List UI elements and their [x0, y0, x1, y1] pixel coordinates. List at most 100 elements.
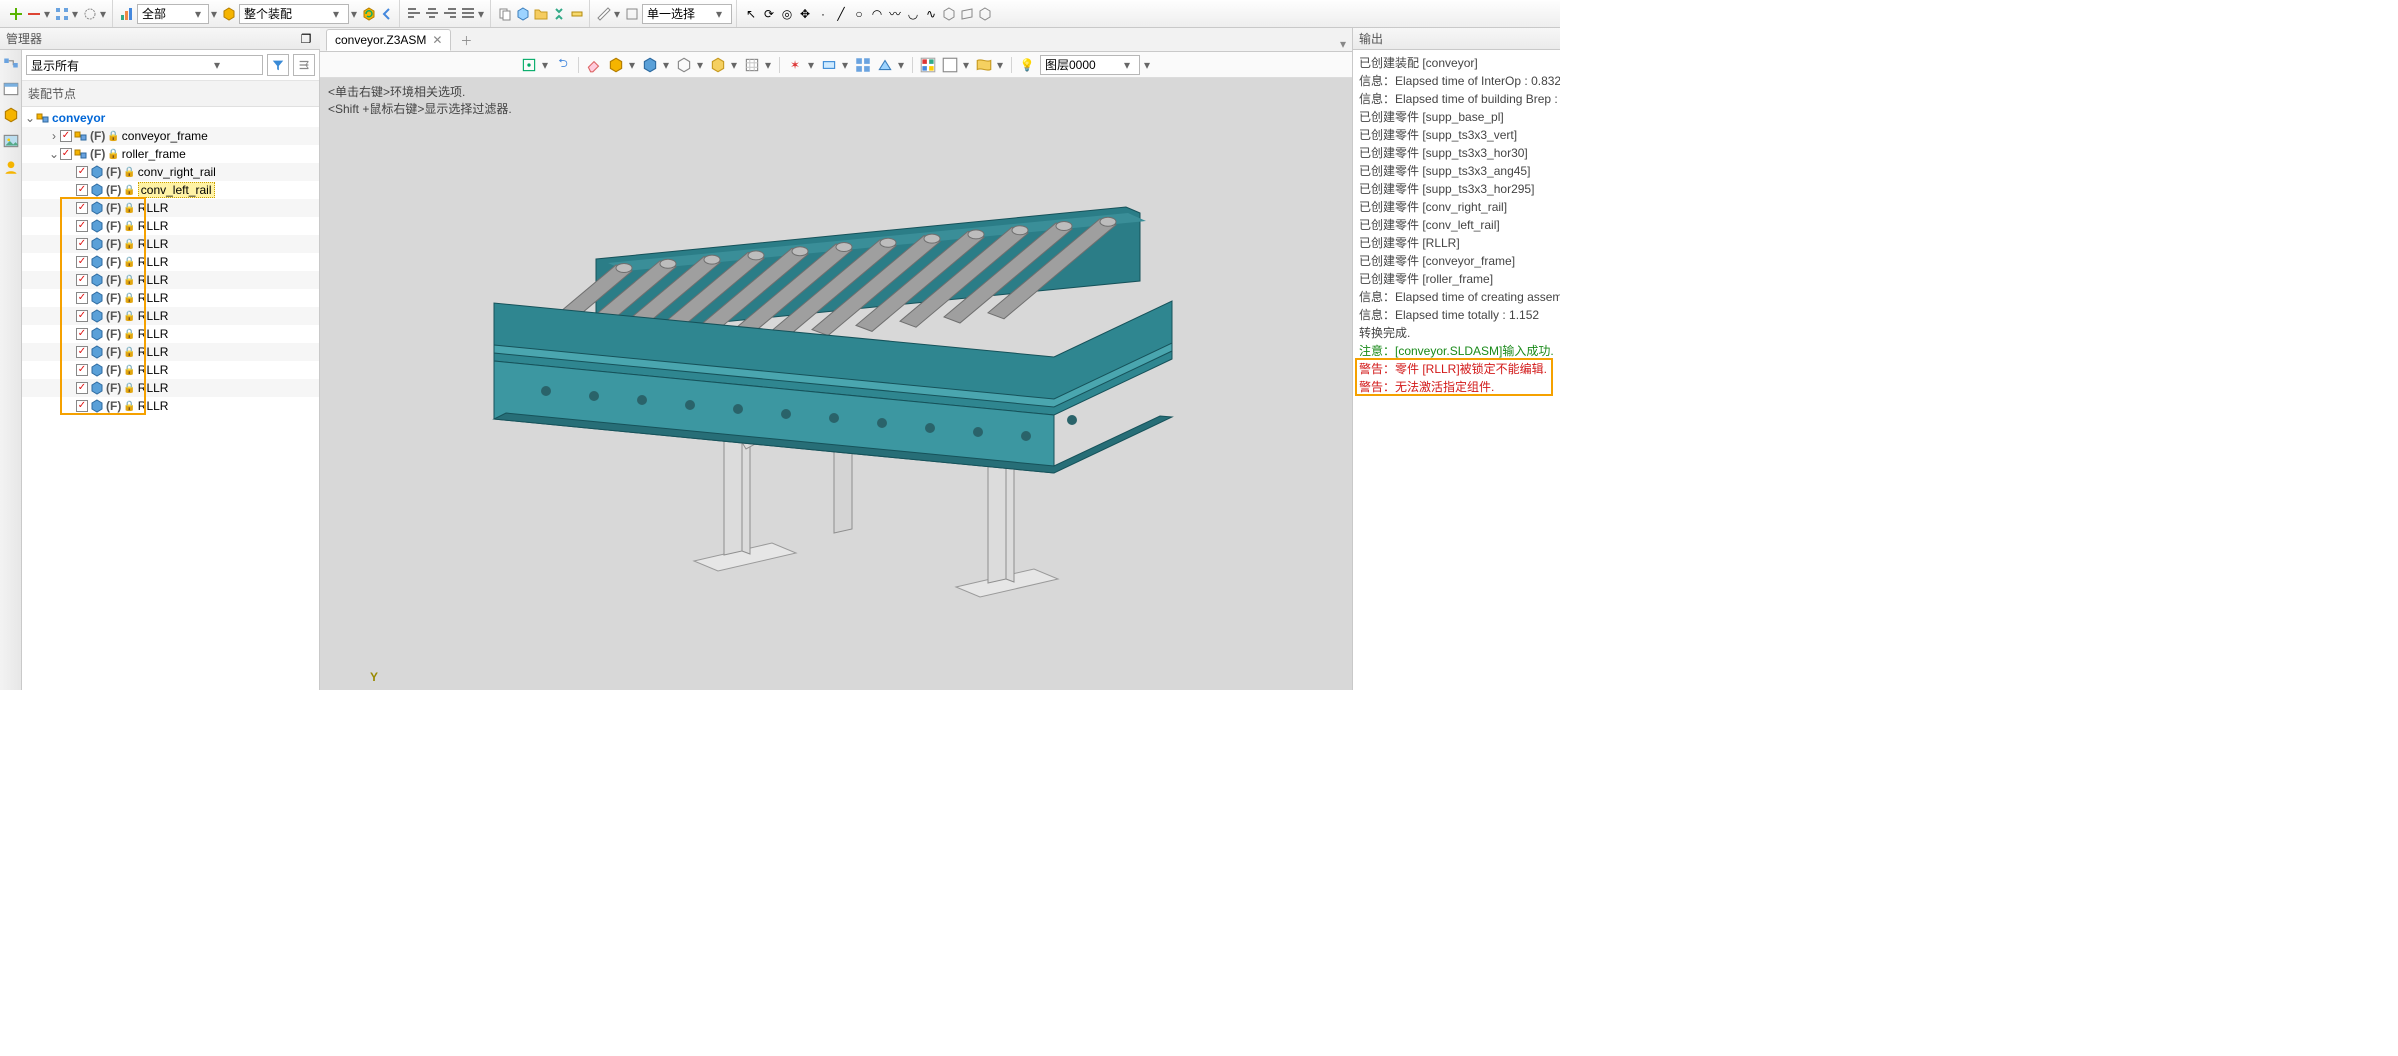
- golden-icon[interactable]: [709, 56, 727, 74]
- arc-icon[interactable]: ◠: [869, 6, 885, 22]
- grid-icon[interactable]: [54, 6, 70, 22]
- tree-view-icon[interactable]: [2, 54, 20, 72]
- visibility-checkbox[interactable]: [60, 148, 72, 160]
- visibility-checkbox[interactable]: [76, 202, 88, 214]
- visibility-checkbox[interactable]: [76, 274, 88, 286]
- output-body[interactable]: 已创建装配 [conveyor]信息：Elapsed time of Inter…: [1353, 50, 1560, 690]
- tree-node[interactable]: (F) 🔒 RLLR: [22, 307, 319, 325]
- ruler-icon[interactable]: [596, 6, 612, 22]
- color-palette-icon[interactable]: [919, 56, 937, 74]
- circle-icon[interactable]: [82, 6, 98, 22]
- align-right-icon[interactable]: [442, 6, 458, 22]
- arc2-icon[interactable]: ◡: [905, 6, 921, 22]
- refresh-cube-icon[interactable]: [361, 6, 377, 22]
- visibility-checkbox[interactable]: [76, 364, 88, 376]
- view-cube-icon[interactable]: [743, 56, 761, 74]
- visibility-checkbox[interactable]: [60, 130, 72, 142]
- cube3-icon[interactable]: [977, 6, 993, 22]
- dropdown-arrow-icon[interactable]: ▾: [44, 7, 52, 21]
- tree-node[interactable]: (F) 🔒 RLLR: [22, 379, 319, 397]
- tree-node[interactable]: (F) 🔒 RLLR: [22, 235, 319, 253]
- dropdown-arrow-icon[interactable]: ▾: [542, 58, 550, 72]
- target-icon[interactable]: ◎: [779, 6, 795, 22]
- expander-icon[interactable]: ⌄: [48, 147, 60, 161]
- panel-window-icon[interactable]: ❐: [298, 31, 314, 47]
- line-icon[interactable]: ╱: [833, 6, 849, 22]
- document-tab[interactable]: conveyor.Z3ASM ✕: [326, 29, 451, 51]
- dropdown-arrow-icon[interactable]: ▾: [842, 58, 850, 72]
- picture-icon[interactable]: [2, 132, 20, 150]
- cursor3d-icon[interactable]: [520, 56, 538, 74]
- dropdown-arrow-icon[interactable]: ▾: [629, 58, 637, 72]
- new-part-icon[interactable]: [515, 6, 531, 22]
- tree-node[interactable]: (F) 🔒 RLLR: [22, 271, 319, 289]
- folder-icon[interactable]: [533, 6, 549, 22]
- tab-overflow-icon[interactable]: ▾: [1340, 37, 1346, 51]
- back-icon[interactable]: [379, 6, 395, 22]
- explode-icon[interactable]: [551, 6, 567, 22]
- new-tab-button[interactable]: ＋: [455, 29, 477, 51]
- circle-tool-icon[interactable]: ○: [851, 6, 867, 22]
- filter-combo[interactable]: 全部 ▾: [137, 4, 209, 24]
- dropdown-arrow-icon[interactable]: ▾: [963, 58, 971, 72]
- visibility-checkbox[interactable]: [76, 184, 88, 196]
- tri-icon[interactable]: [876, 56, 894, 74]
- visibility-checkbox[interactable]: [76, 346, 88, 358]
- user-icon[interactable]: [2, 158, 20, 176]
- pointer-icon[interactable]: ↖: [743, 6, 759, 22]
- tree-node[interactable]: (F) 🔒 RLLR: [22, 325, 319, 343]
- visibility-checkbox[interactable]: [76, 400, 88, 412]
- tree-node[interactable]: › (F) 🔒 conveyor_frame: [22, 127, 319, 145]
- dropdown-arrow-icon[interactable]: ▾: [614, 7, 622, 21]
- shaded-icon[interactable]: [607, 56, 625, 74]
- dropdown-arrow-icon[interactable]: ▾: [663, 58, 671, 72]
- plane-icon[interactable]: [820, 56, 838, 74]
- tree-node[interactable]: (F) 🔒 RLLR: [22, 253, 319, 271]
- filter-funnel-button[interactable]: [267, 54, 289, 76]
- dropdown-arrow-icon[interactable]: ▾: [1144, 58, 1152, 72]
- dropdown-arrow-icon[interactable]: ▾: [100, 7, 108, 21]
- tree-node[interactable]: (F) 🔒 RLLR: [22, 289, 319, 307]
- layer-combo[interactable]: 图层0000 ▾: [1040, 55, 1140, 75]
- shaded-edges-icon[interactable]: [641, 56, 659, 74]
- axis-icon[interactable]: ✶: [786, 56, 804, 74]
- collapse-button[interactable]: [293, 54, 315, 76]
- cube-stack-icon[interactable]: [2, 106, 20, 124]
- assembly-combo[interactable]: 整个装配 ▾: [239, 4, 349, 24]
- rotate-icon[interactable]: ⟳: [761, 6, 777, 22]
- spline-icon[interactable]: 〰: [887, 6, 903, 22]
- material-icon[interactable]: [975, 56, 993, 74]
- box-icon[interactable]: [624, 6, 640, 22]
- dropdown-arrow-icon[interactable]: ▾: [997, 58, 1005, 72]
- copy-icon[interactable]: [497, 6, 513, 22]
- cube-icon[interactable]: [221, 6, 237, 22]
- visibility-checkbox[interactable]: [76, 256, 88, 268]
- visibility-checkbox[interactable]: [76, 166, 88, 178]
- expander-icon[interactable]: ›: [48, 129, 60, 143]
- back-icon[interactable]: ⮌: [554, 56, 572, 74]
- tab-close-icon[interactable]: ✕: [432, 33, 442, 47]
- selection-mode-combo[interactable]: 单一选择 ▾: [642, 4, 732, 24]
- tree-node[interactable]: (F) 🔒 RLLR: [22, 361, 319, 379]
- add-icon[interactable]: [8, 6, 24, 22]
- tree-node[interactable]: (F) 🔒 RLLR: [22, 343, 319, 361]
- measure-icon[interactable]: [569, 6, 585, 22]
- align-justify-icon[interactable]: [460, 6, 476, 22]
- visibility-checkbox[interactable]: [76, 220, 88, 232]
- tree-node[interactable]: (F) 🔒 RLLR: [22, 199, 319, 217]
- 3d-viewport[interactable]: <单击右键>环境相关选项. <Shift +鼠标右键>显示选择过滤器. Y: [320, 78, 1352, 690]
- dropdown-arrow-icon[interactable]: ▾: [478, 7, 486, 21]
- window-icon[interactable]: [2, 80, 20, 98]
- dropdown-arrow-icon[interactable]: ▾: [351, 7, 359, 21]
- tree-node[interactable]: ⌄ (F) 🔒 roller_frame: [22, 145, 319, 163]
- chart-icon[interactable]: [119, 6, 135, 22]
- align-center-icon[interactable]: [424, 6, 440, 22]
- visibility-checkbox[interactable]: [76, 328, 88, 340]
- eraser-icon[interactable]: [585, 56, 603, 74]
- wave-icon[interactable]: ∿: [923, 6, 939, 22]
- dropdown-arrow-icon[interactable]: ▾: [765, 58, 773, 72]
- dropdown-arrow-icon[interactable]: ▾: [72, 7, 80, 21]
- expander-icon[interactable]: ⌄: [24, 111, 36, 125]
- tree-node[interactable]: (F) 🔒 RLLR: [22, 397, 319, 415]
- wireframe-icon[interactable]: [675, 56, 693, 74]
